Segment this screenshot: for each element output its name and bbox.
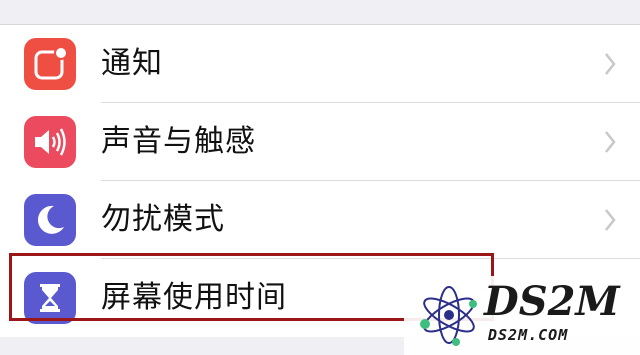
top-spacer — [0, 0, 640, 24]
settings-row-do-not-disturb[interactable]: 勿扰模式 — [0, 181, 640, 259]
watermark-url: DS2M.COM — [488, 326, 569, 344]
settings-row-notifications[interactable]: 通知 — [0, 25, 640, 103]
settings-screen: 通知 声音与触感 勿扰模式 屏幕使用时间 DS2M DS2M.COM — [0, 0, 640, 355]
atom-logo-icon — [420, 286, 477, 346]
moon-icon — [24, 194, 76, 246]
watermark-title: DS2M — [484, 278, 620, 325]
settings-row-label: 通知 — [101, 46, 163, 81]
notification-icon — [24, 38, 76, 90]
settings-row-label: 声音与触感 — [101, 124, 256, 159]
settings-row-sounds[interactable]: 声音与触感 — [0, 103, 640, 181]
chevron-right-icon — [605, 131, 616, 153]
chevron-right-icon — [605, 209, 616, 231]
watermark: DS2M DS2M.COM — [404, 276, 640, 355]
chevron-right-icon — [605, 53, 616, 75]
speaker-icon — [24, 116, 76, 168]
settings-row-label: 勿扰模式 — [101, 202, 225, 237]
